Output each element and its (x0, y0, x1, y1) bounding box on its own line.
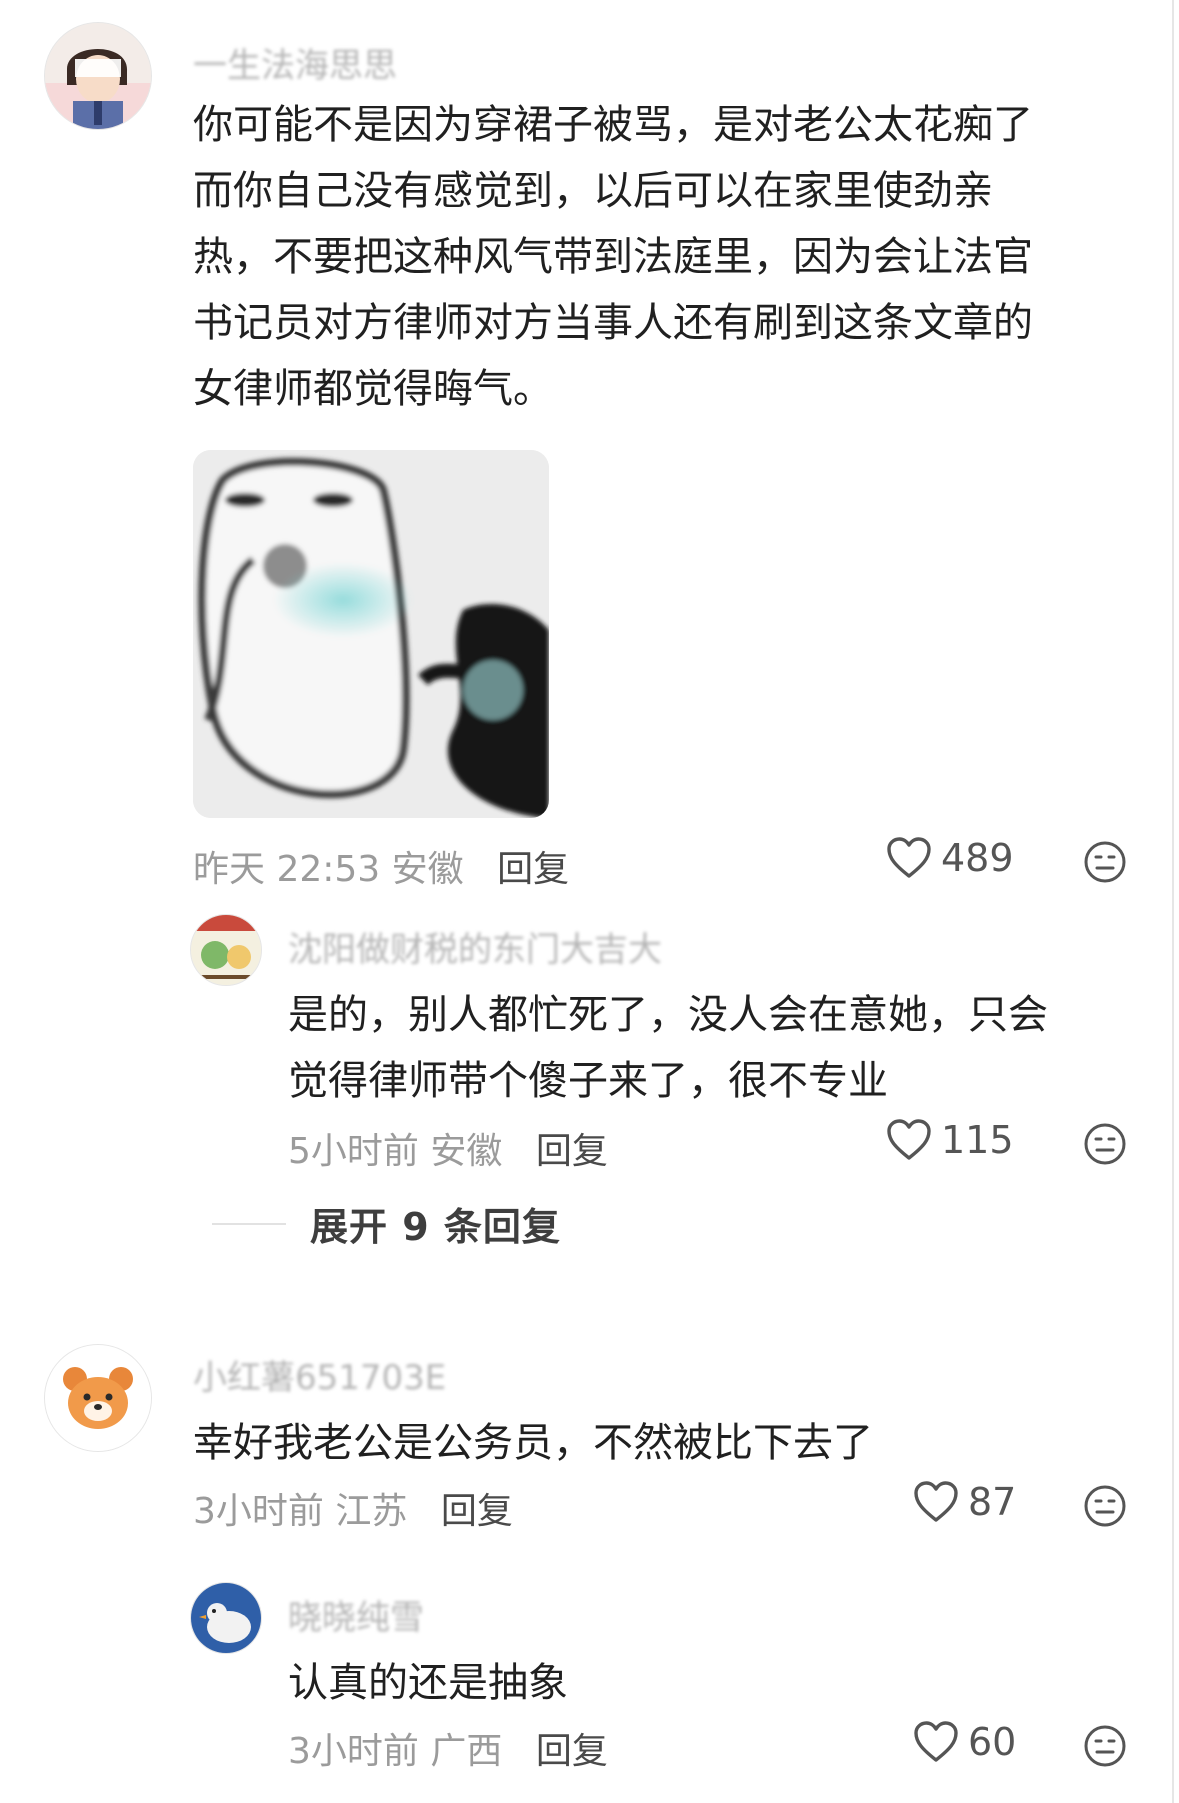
username[interactable]: 一生法海思思 (193, 38, 397, 87)
comment-text: 你可能不是因为穿裙子被骂，是对老公太花痴了 而你自己没有感觉到，以后可以在家里使… (193, 102, 1033, 412)
heart-icon (887, 1119, 931, 1160)
reply-button[interactable]: 回复 (536, 1731, 608, 1772)
expand-replies-button[interactable]: 展开 9 条回复 (212, 1196, 561, 1251)
reply-button[interactable]: 回复 (497, 849, 569, 890)
comment-time: 5小时前 (288, 1131, 419, 1172)
like-count: 60 (968, 1720, 1017, 1764)
heart-icon (887, 837, 931, 878)
comment-location: 安徽 (391, 849, 464, 890)
avatar[interactable] (44, 22, 152, 130)
avatar-image (45, 1345, 151, 1451)
avatar[interactable] (44, 1344, 152, 1452)
comment-text: 认真的还是抽象 (288, 1660, 568, 1706)
emoji-icon[interactable] (1083, 1484, 1127, 1528)
avatar-image (191, 915, 261, 985)
expand-replies-label: 展开 9 条回复 (310, 1205, 561, 1249)
comment-meta: 3小时前 广西 回复 (288, 1722, 608, 1774)
emoji-icon[interactable] (1083, 1122, 1127, 1166)
heart-icon (914, 1481, 958, 1522)
comment-time: 昨天 22:53 (193, 849, 381, 890)
like-count: 115 (941, 1118, 1014, 1162)
emoji-icon[interactable] (1083, 1724, 1127, 1768)
comment-item: 小红薯651703E 幸好我老公是公务员，不然被比下去了 3小时前 江苏 回复 … (0, 1330, 1179, 1570)
heart-icon (914, 1721, 958, 1762)
like-button[interactable]: 489 (885, 836, 1014, 880)
comment-location: 江苏 (335, 1491, 408, 1532)
avatar-image (45, 23, 151, 129)
avatar[interactable] (190, 1582, 262, 1654)
like-button[interactable]: 87 (912, 1480, 1016, 1524)
meme-image[interactable] (193, 450, 549, 818)
comment-text: 是的，别人都忙死了，没人会在意她，只会 觉得律师带个傻子来了，很不专业 (288, 992, 1048, 1104)
username[interactable]: 沈阳做财税的东门大吉大 (288, 922, 662, 971)
like-button[interactable]: 115 (885, 1118, 1014, 1162)
reply-button[interactable]: 回复 (536, 1131, 608, 1172)
emoji-icon[interactable] (1083, 840, 1127, 884)
like-button[interactable]: 60 (912, 1720, 1016, 1764)
comment-location: 安徽 (430, 1131, 503, 1172)
comment-location: 广西 (430, 1731, 503, 1772)
comment-meta: 5小时前 安徽 回复 (288, 1122, 608, 1174)
meme-drawing (193, 450, 549, 818)
avatar-image (191, 1583, 261, 1653)
expand-divider (212, 1222, 286, 1225)
like-count: 87 (968, 1480, 1017, 1524)
reply-button[interactable]: 回复 (441, 1491, 513, 1532)
comment-text: 幸好我老公是公务员，不然被比下去了 (193, 1420, 873, 1466)
comment-item: 一生法海思思 你可能不是因为穿裙子被骂，是对老公太花痴了 而你自己没有感觉到，以… (0, 0, 1179, 900)
comment-meta: 3小时前 江苏 回复 (193, 1482, 513, 1534)
comment-time: 3小时前 (288, 1731, 419, 1772)
username[interactable]: 晓晓纯雪 (288, 1590, 424, 1639)
comment-meta: 昨天 22:53 安徽 回复 (193, 840, 569, 892)
like-count: 489 (941, 836, 1014, 880)
avatar[interactable] (190, 914, 262, 986)
username[interactable]: 小红薯651703E (193, 1350, 446, 1399)
comment-time: 3小时前 (193, 1491, 324, 1532)
reply-item: 晓晓纯雪 认真的还是抽象 3小时前 广西 回复 60 (0, 1570, 1179, 1803)
reply-item: 沈阳做财税的东门大吉大 是的，别人都忙死了，没人会在意她，只会 觉得律师带个傻子… (0, 900, 1179, 1180)
